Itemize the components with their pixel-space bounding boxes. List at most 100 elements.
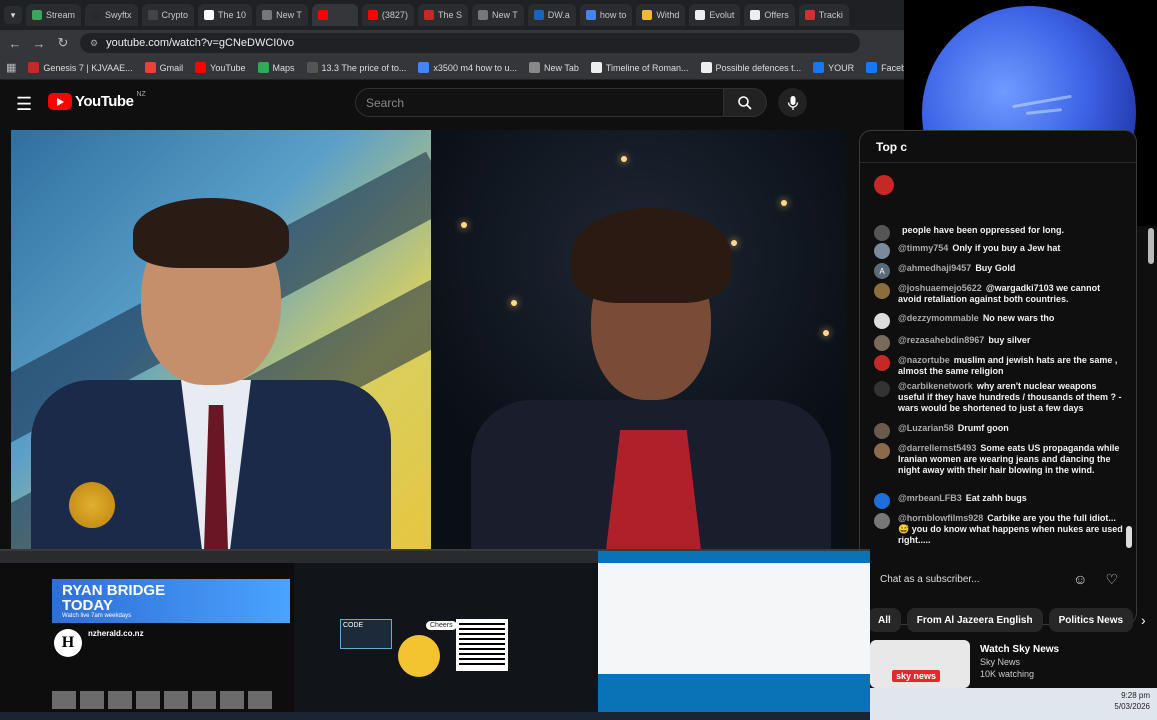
chat-header[interactable]: Top c [860,131,1136,163]
voice-search-button[interactable] [778,88,807,117]
search-input[interactable]: Search [355,88,724,117]
chat-avatar[interactable] [874,493,890,509]
chat-avatar[interactable]: A [874,263,890,279]
chat-message: @nazortube muslim and jewish hats are the… [874,355,1124,377]
tab-label: Withd [656,10,680,20]
search-button[interactable] [723,88,767,117]
chat-author[interactable]: @darrellernst5493 [898,443,976,453]
heart-icon[interactable]: ♡ [1105,571,1118,588]
video-right-panel [431,130,847,550]
bookmark-item[interactable]: Maps [257,62,295,73]
recommended-video[interactable]: sky news Watch Sky News Sky News 10K wat… [870,640,1150,688]
recommended-title[interactable]: Watch Sky News [980,644,1059,655]
chat-author[interactable]: @carbikenetwork [898,381,973,391]
chip-politics-news[interactable]: Politics News [1048,608,1134,632]
bookmark-favicon-icon [528,62,540,73]
video-thumbnail-row [52,691,272,709]
tab-label: DW.a [547,10,570,20]
chevron-right-icon[interactable]: › [1141,612,1146,628]
emoji-icon[interactable]: ☺ [1073,571,1087,587]
recommended-channel[interactable]: Sky News [980,657,1059,667]
tab-favicon-icon [204,10,215,20]
browser-tab[interactable]: Swyftx [85,4,138,26]
browser-tab[interactable]: Evolut [689,4,741,26]
chat-avatar[interactable] [874,423,890,439]
thumbnail-light-page[interactable] [598,549,870,712]
browser-tab[interactable]: Crypto [141,4,195,26]
chat-author[interactable]: @mrbeanLFB3 [898,493,962,503]
chat-author[interactable]: @Luzarian58 [898,423,954,433]
bookmark-item[interactable]: YouTube [195,62,246,73]
chat-avatar[interactable] [874,335,890,351]
bookmark-item[interactable]: Possible defences t... [700,62,801,73]
taskbar [0,712,870,720]
bookmark-item[interactable]: Facebook green [866,62,904,73]
chat-scroll-handle[interactable] [1126,526,1132,548]
browser-tab[interactable]: DW.a [527,4,576,26]
browser-tab[interactable] [311,4,358,26]
browser-tab[interactable]: Offers [744,4,795,26]
bookmark-item[interactable]: x3500 m4 how to u... [418,62,517,73]
chat-avatar[interactable] [874,283,890,299]
chat-author[interactable]: @hornblowfilms928 [898,513,983,523]
browser-tab[interactable]: The 10 [198,4,253,26]
tab-label: Stream [46,10,76,20]
chat-author[interactable]: @rezasahebdin8967 [898,335,984,345]
browser-tab[interactable]: Tracki [798,4,849,26]
browser-tab[interactable]: New T [471,4,524,26]
thumbnail-youtube-herald[interactable]: RYAN BRIDGE TODAY Watch live 7am weekday… [0,549,294,712]
tab-favicon-icon [423,10,434,20]
browser-tab[interactable]: (3827) [361,4,414,26]
chat-author[interactable]: @dezzymommable [898,313,979,323]
chat-author[interactable]: @joshuaemejo5622 [898,283,982,293]
chat-avatar[interactable] [874,443,890,459]
chat-avatar[interactable] [874,225,890,241]
chat-avatar[interactable] [874,381,890,397]
system-clock[interactable]: 9:28 pm 5/03/2026 [1090,690,1150,712]
forward-icon[interactable]: → [32,36,46,51]
video-player[interactable] [11,130,847,550]
bookmark-item[interactable]: Gmail [144,62,183,73]
bookmark-item[interactable]: New Tab [528,62,579,73]
menu-icon[interactable]: ☰ [16,94,32,115]
recommended-thumbnail[interactable]: sky news [870,640,970,688]
bookmark-item[interactable]: Timeline of Roman... [590,62,689,73]
thumbnail-crypto-site[interactable]: CODE Cheers [294,549,598,712]
bookmark-item[interactable]: 13.3 The price of to... [306,62,406,73]
browser-tab[interactable]: The S [417,4,468,26]
address-bar[interactable]: ⚙ youtube.com/watch?v=gCNeDWCI0vo [80,33,860,53]
youtube-logo[interactable]: YouTube NZ [48,91,146,110]
tab-favicon-icon [695,10,706,20]
chat-scrollbar[interactable] [1148,228,1154,264]
browser-tab[interactable]: how to [579,4,633,26]
bookmark-item[interactable]: Genesis 7 | KJVAAE... [28,62,133,73]
chip-al-jazeera[interactable]: From Al Jazeera English [906,608,1043,632]
window-thumbnails: RYAN BRIDGE TODAY Watch live 7am weekday… [0,549,870,712]
bookmark-label: Facebook green [881,62,904,73]
browser-tab[interactable]: New T [256,4,308,26]
clock-time: 9:28 pm [1121,691,1150,700]
chat-avatar[interactable] [874,313,890,329]
bookmark-item[interactable]: YOUR [813,62,854,73]
chat-author[interactable]: @timmy754 [898,243,948,253]
browser-tab[interactable]: Withd [636,4,686,26]
microphone-icon [787,95,798,110]
tab-favicon-icon [317,10,328,20]
chat-avatar[interactable] [874,513,890,529]
chat-author[interactable]: @ahmedhaji9457 [898,263,971,273]
chat-author[interactable]: @nazortube [898,355,950,365]
chat-input[interactable]: Chat as a subscriber... ☺ ♡ [874,564,1124,594]
chat-avatar[interactable] [874,243,890,259]
back-icon[interactable]: ← [8,36,22,51]
chip-all[interactable]: All [868,608,901,632]
browser-tab[interactable]: Stream [26,4,82,26]
apps-icon[interactable]: ▦ [6,61,16,74]
reload-icon[interactable]: ↻ [56,35,70,51]
site-info-icon[interactable]: ⚙ [90,38,98,49]
code-box: CODE [340,619,392,649]
live-chat-panel: Top c Chat as a subscriber... ☺ ♡ people… [859,130,1137,625]
region-code: NZ [136,91,146,98]
chat-avatar[interactable] [874,355,890,371]
tab-label: The 10 [218,10,247,20]
tab-search-icon[interactable]: ▾ [4,6,22,24]
